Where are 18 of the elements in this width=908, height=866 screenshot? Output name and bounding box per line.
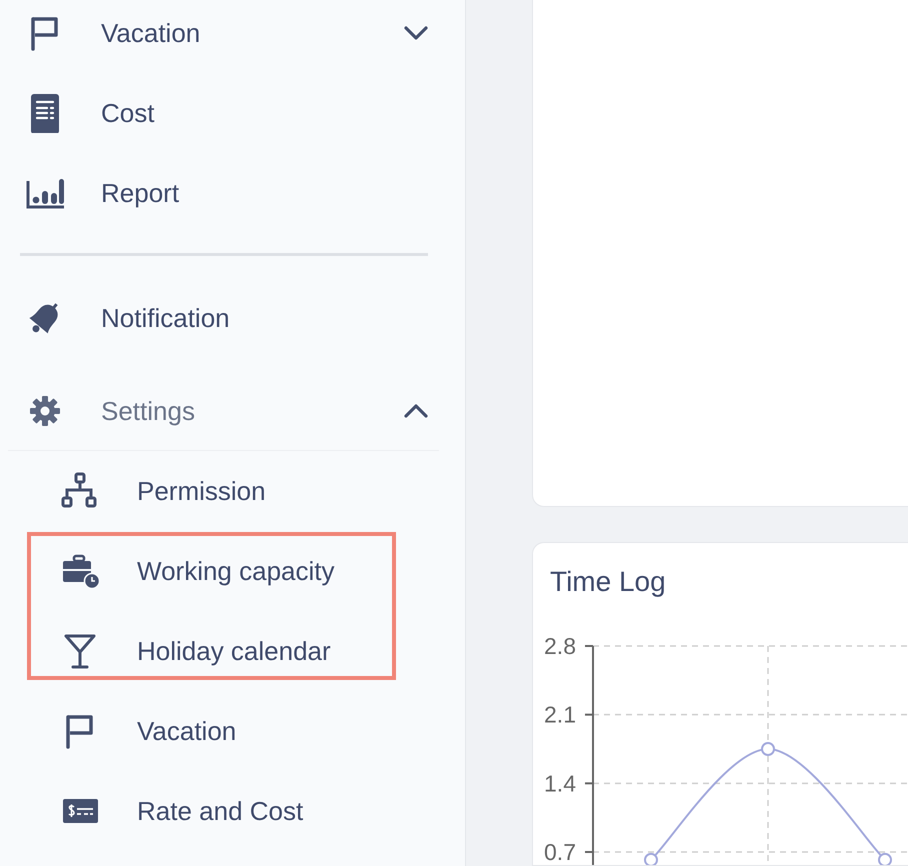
axis-tick-label: 2.1 xyxy=(544,702,576,728)
sidebar-item[interactable]: Cost xyxy=(0,73,465,153)
sidebar-item[interactable]: Notification xyxy=(0,278,465,358)
chevron-up-icon[interactable] xyxy=(404,404,428,418)
sidebar-item[interactable]: Vacation xyxy=(0,0,465,73)
card-title: Time Log xyxy=(549,565,667,599)
submenu-item[interactable]: Rate and Cost xyxy=(0,771,465,851)
submenu-item[interactable]: Working capacity xyxy=(0,531,465,611)
axis-tick-label: 0.7 xyxy=(544,839,576,865)
chevron-down-icon[interactable] xyxy=(404,26,428,40)
axis-tick-label: 2.8 xyxy=(544,633,576,659)
submenu-item[interactable]: Holiday calendar xyxy=(0,611,465,691)
submenu-item[interactable]: Permission xyxy=(0,451,465,531)
sidebar-item[interactable]: Settings xyxy=(8,372,439,451)
submenu-item[interactable]: Vacation xyxy=(0,691,465,771)
axis-tick-label: 1.4 xyxy=(544,770,576,796)
sidebar-item[interactable]: Report xyxy=(0,153,465,233)
data-point xyxy=(761,742,775,756)
